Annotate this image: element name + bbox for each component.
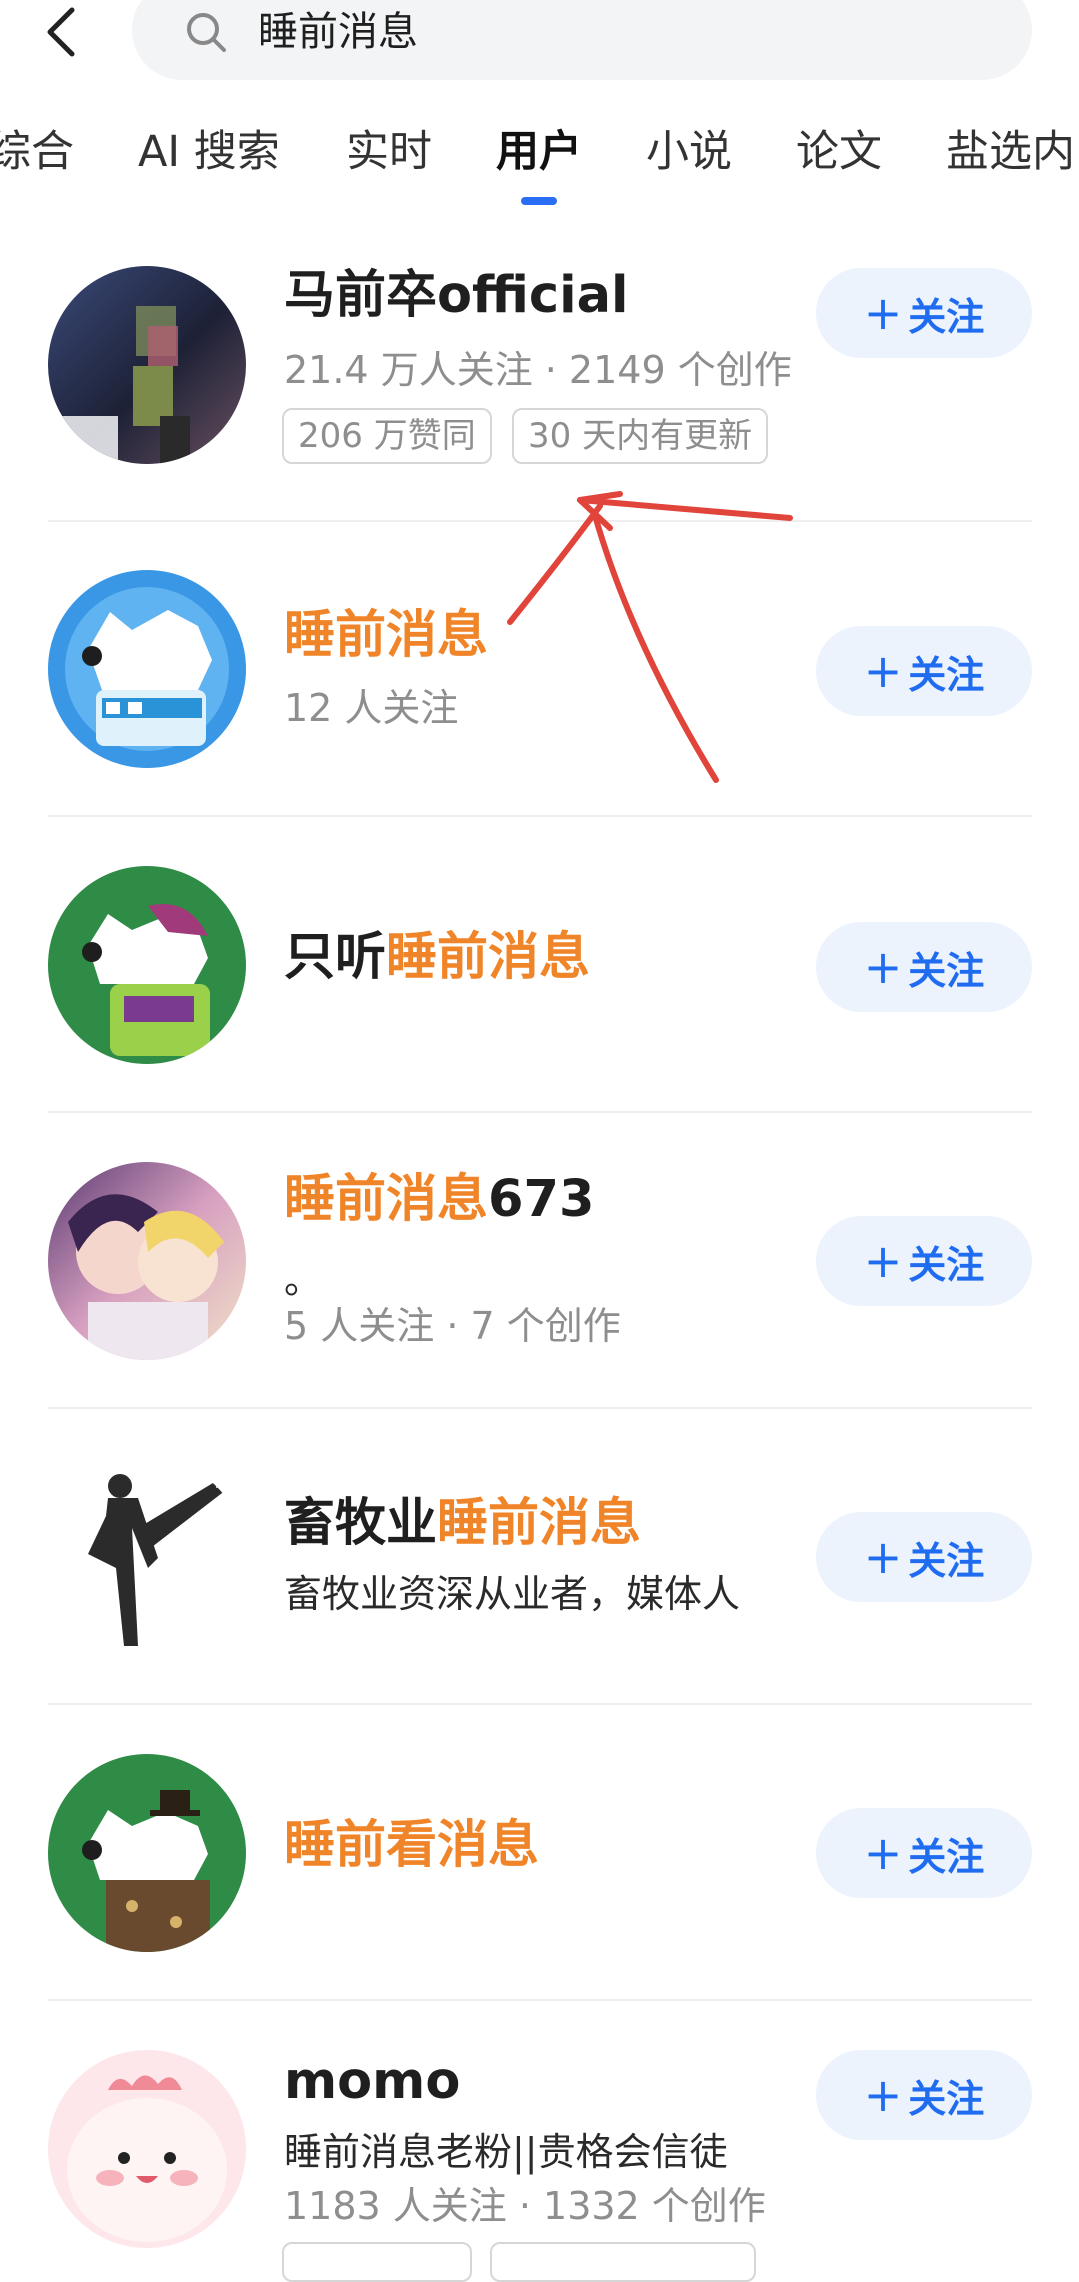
user-name[interactable]: 睡前看消息 [284, 1814, 539, 1878]
back-button[interactable] [40, 4, 84, 60]
follow-label: 关注 [908, 294, 985, 339]
user-name[interactable]: 只听睡前消息 [284, 926, 590, 990]
user-stats: 21.4 万人关注 · 2149 个创作 [284, 348, 792, 392]
tab-users[interactable]: 用户 [496, 122, 582, 182]
chevron-left-icon [47, 7, 75, 57]
plus-icon: + [863, 286, 903, 340]
user-stats: 1183 人关注 · 1332 个创作 [284, 2184, 766, 2228]
plus-icon: + [863, 940, 903, 994]
user-name[interactable]: 睡前消息 [284, 604, 488, 668]
tab-ai-search[interactable]: AI 搜索 [138, 122, 280, 182]
follow-button[interactable]: + 关注 [816, 1808, 1032, 1898]
follow-button[interactable]: + 关注 [816, 626, 1032, 716]
plus-icon: + [863, 644, 903, 698]
badge-updated: 30 天内有更新 [512, 408, 769, 464]
avatar[interactable] [48, 2050, 246, 2248]
avatar[interactable] [48, 1754, 246, 1952]
search-query: 睡前消息 [258, 9, 418, 55]
follow-label: 关注 [908, 1834, 985, 1879]
tab-papers[interactable]: 论文 [796, 122, 882, 182]
follow-button[interactable]: + 关注 [816, 268, 1032, 358]
tab-overview[interactable]: 综合 [0, 122, 74, 182]
top-bar: 睡前消息 [0, 0, 1079, 90]
plus-icon: + [863, 1530, 903, 1584]
divider [48, 520, 1032, 522]
search-icon [187, 13, 226, 52]
follow-label: 关注 [908, 948, 985, 993]
follow-label: 关注 [908, 2076, 985, 2121]
avatar[interactable] [48, 1458, 246, 1656]
follow-button[interactable]: + 关注 [816, 1216, 1032, 1306]
user-stats: 12 人关注 [284, 686, 459, 730]
divider [48, 1407, 1032, 1409]
user-description: 畜牧业资深从业者，媒体人 [284, 1572, 741, 1616]
avatar[interactable] [48, 570, 246, 768]
follow-button[interactable]: + 关注 [816, 1512, 1032, 1602]
tab-realtime[interactable]: 实时 [346, 122, 432, 182]
tab-novels[interactable]: 小说 [646, 122, 732, 182]
follow-button[interactable]: + 关注 [816, 922, 1032, 1012]
follow-label: 关注 [908, 652, 985, 697]
plus-icon: + [863, 1826, 903, 1880]
follow-button[interactable]: + 关注 [816, 2050, 1032, 2140]
badge [282, 2242, 472, 2282]
user-description: 。 [284, 1258, 323, 1302]
user-description: 睡前消息老粉||贵格会信徒 [284, 2130, 728, 2174]
badge [490, 2242, 756, 2282]
active-tab-indicator [521, 197, 557, 205]
plus-icon: + [863, 1234, 903, 1288]
search-input[interactable]: 睡前消息 [132, 0, 1032, 80]
user-name[interactable]: 马前卒official [284, 264, 629, 328]
user-stats: 5 人关注 · 7 个创作 [284, 1304, 621, 1348]
divider [48, 1703, 1032, 1705]
badge-approvals: 206 万赞同 [282, 408, 492, 464]
divider [48, 1999, 1032, 2001]
avatar[interactable] [48, 866, 246, 1064]
tab-salt-select[interactable]: 盐选内 [946, 122, 1075, 182]
follow-label: 关注 [908, 1538, 985, 1583]
avatar[interactable] [48, 266, 246, 464]
user-name[interactable]: 睡前消息673 [284, 1168, 594, 1232]
follow-label: 关注 [908, 1242, 985, 1287]
user-name[interactable]: 畜牧业睡前消息 [284, 1492, 641, 1556]
user-name[interactable]: momo [284, 2050, 460, 2114]
avatar[interactable] [48, 1162, 246, 1360]
divider [48, 1111, 1032, 1113]
plus-icon: + [863, 2068, 903, 2122]
divider [48, 815, 1032, 817]
